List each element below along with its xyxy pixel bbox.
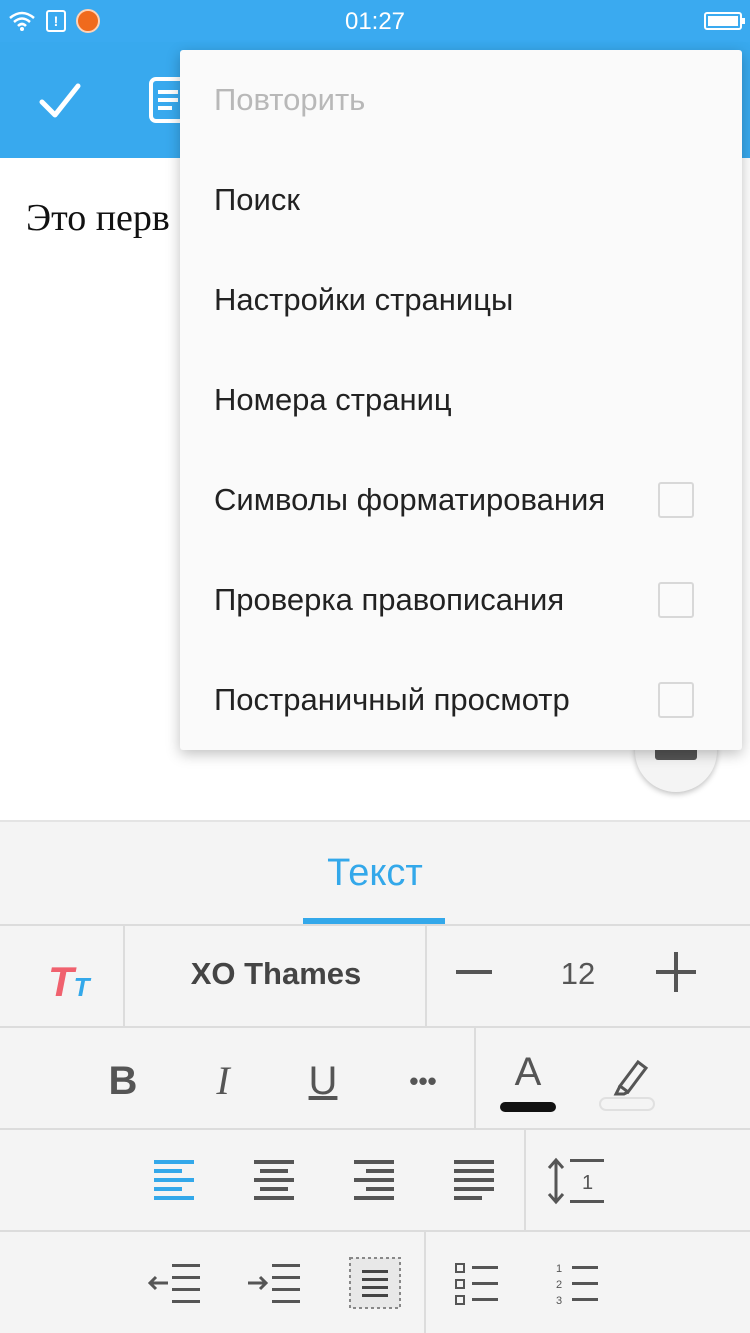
highlighter-icon[interactable] bbox=[598, 1052, 656, 1112]
bold-button[interactable]: B bbox=[98, 1056, 148, 1106]
text-color-bar bbox=[500, 1102, 556, 1112]
spell-check-checkbox[interactable] bbox=[658, 582, 694, 618]
menu-item-label: Проверка правописания bbox=[214, 582, 565, 617]
numbered-list-number: 3 bbox=[556, 1295, 562, 1307]
document-text[interactable]: Это перв bbox=[26, 196, 170, 240]
underline-button[interactable]: U bbox=[298, 1056, 348, 1106]
menu-item-formatting-marks[interactable]: Символы форматирования bbox=[180, 450, 742, 550]
bulleted-list-icon[interactable] bbox=[454, 1260, 500, 1308]
menu-item-search[interactable]: Поиск bbox=[180, 150, 742, 250]
font-size-increase-button[interactable] bbox=[656, 952, 696, 992]
decrease-indent-icon[interactable] bbox=[146, 1262, 202, 1306]
font-name-selector[interactable]: XO Thames bbox=[126, 956, 426, 992]
numbered-list-number: 1 bbox=[556, 1263, 562, 1275]
menu-item-label: Символы форматирования bbox=[214, 482, 606, 517]
tab-indicator bbox=[303, 918, 445, 924]
numbered-list-icon[interactable]: 1 2 3 bbox=[554, 1260, 600, 1308]
menu-item-spell-check[interactable]: Проверка правописания bbox=[180, 550, 742, 650]
text-color-button[interactable]: A bbox=[500, 1050, 556, 1112]
menu-item-page-view[interactable]: Постраничный просмотр bbox=[180, 650, 742, 750]
numbered-list-number: 2 bbox=[556, 1279, 562, 1291]
align-justify-icon[interactable] bbox=[454, 1160, 496, 1200]
text-format-row: B I U ••• A bbox=[0, 1028, 750, 1130]
status-time: 01:27 bbox=[344, 8, 406, 35]
italic-button[interactable]: I bbox=[198, 1056, 248, 1106]
menu-item-label: Постраничный просмотр bbox=[214, 682, 570, 717]
formatting-panel: Текст TT XO Thames 12 B I U ••• A 1 1 2 … bbox=[0, 820, 750, 1333]
paragraph-border-icon[interactable] bbox=[348, 1256, 402, 1310]
menu-item-page-settings[interactable]: Настройки страницы bbox=[180, 250, 742, 350]
line-spacing-label: 1 bbox=[582, 1172, 593, 1194]
menu-item-label: Поиск bbox=[214, 182, 300, 217]
align-center-icon[interactable] bbox=[254, 1160, 296, 1200]
alignment-row: 1 bbox=[0, 1130, 750, 1232]
battery-icon bbox=[704, 12, 745, 30]
menu-item-label: Номера страниц bbox=[214, 382, 452, 417]
tab-text[interactable]: Текст bbox=[0, 852, 750, 895]
indent-list-row: 1 2 3 bbox=[0, 1232, 750, 1333]
menu-item-label: Настройки страницы bbox=[214, 282, 514, 317]
font-style-icon[interactable]: TT bbox=[48, 958, 90, 1006]
increase-indent-icon[interactable] bbox=[246, 1262, 302, 1306]
menu-item-page-numbers[interactable]: Номера страниц bbox=[180, 350, 742, 450]
font-row: TT XO Thames 12 bbox=[0, 926, 750, 1028]
check-icon[interactable] bbox=[30, 72, 90, 128]
status-bar: ! 01:27 bbox=[0, 0, 750, 42]
menu-item-label: Повторить bbox=[214, 82, 366, 117]
font-size-decrease-button[interactable] bbox=[456, 970, 492, 974]
text-color-label: A bbox=[514, 1050, 542, 1094]
page-view-checkbox[interactable] bbox=[658, 682, 694, 718]
overflow-menu: Повторить Поиск Настройки страницы Номер… bbox=[180, 50, 742, 750]
align-left-icon[interactable] bbox=[154, 1160, 196, 1200]
formatting-marks-checkbox[interactable] bbox=[658, 482, 694, 518]
more-format-button[interactable]: ••• bbox=[398, 1056, 448, 1106]
align-right-icon[interactable] bbox=[354, 1160, 396, 1200]
menu-item-redo[interactable]: Повторить bbox=[180, 50, 742, 150]
line-spacing-icon[interactable]: 1 bbox=[546, 1156, 606, 1206]
font-size-value: 12 bbox=[560, 956, 596, 991]
panel-tabs: Текст bbox=[0, 822, 750, 926]
